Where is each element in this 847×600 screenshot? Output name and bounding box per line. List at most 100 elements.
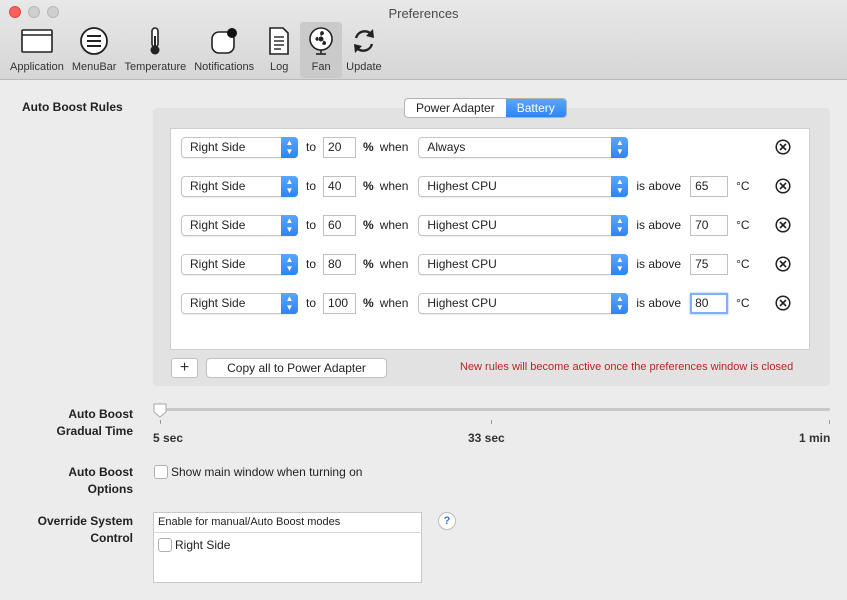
speed-field[interactable]: 40 [323,175,357,197]
toolbar-item-log[interactable]: Log [258,22,300,78]
gradual-time-label-line1: Auto Boost [68,407,133,421]
remove-rule-icon[interactable] [775,256,791,272]
condition-select-value: Highest CPU [427,295,497,310]
toolbar-item-menubar[interactable]: MenuBar [68,22,121,78]
window-title: Preferences [388,6,459,21]
rule-row: Right Side ▲ ▼ to 40 % when Highest CPU ▲… [181,174,750,198]
remove-rule-icon[interactable] [775,217,791,233]
fan-select[interactable]: Right Side ▲ ▼ [181,136,298,158]
rules-notice: New rules will become active once the pr… [460,361,794,373]
copy-to-power-adapter-button[interactable]: Copy all to Power Adapter [206,358,387,378]
speed-field[interactable]: 60 [323,214,357,236]
toolbar-label: MenuBar [71,61,117,73]
tab-battery[interactable]: Battery [505,99,566,117]
preferences-toolbar: Application MenuBar Temperature Notifica… [6,22,386,78]
threshold-field[interactable]: 65 [690,175,729,197]
fan-select-value: Right Side [190,256,246,271]
power-source-segmented-control: Power Adapter Battery [404,98,567,118]
override-label: Override System Control [20,513,133,547]
to-label: to [306,140,317,154]
percent-label: % [363,257,374,271]
toolbar-label: Update [346,61,382,73]
notifications-icon [207,26,241,56]
slider-min-label: 5 sec [153,431,184,445]
toolbar-item-fan[interactable]: Fan [300,22,343,78]
is-above-label: is above [636,179,682,193]
fan-icon [304,26,338,56]
gradual-time-slider-track[interactable] [160,408,830,411]
percent-label: % [363,179,374,193]
log-icon [262,26,296,56]
speed-field[interactable]: 100 [323,292,357,314]
is-above-label: is above [636,257,682,271]
options-label-line2: Options [87,482,133,496]
override-right-side-checkbox[interactable] [158,538,172,552]
toolbar-label: Log [269,61,289,73]
toolbar-item-notifications[interactable]: Notifications [190,22,258,78]
condition-select[interactable]: Highest CPU ▲ ▼ [418,214,629,236]
percent-label: % [363,218,374,232]
when-label: when [379,218,409,232]
gradual-time-slider-thumb[interactable] [153,403,167,418]
rule-row: Right Side ▲ ▼ to 100 % when Highest CPU … [181,291,750,315]
threshold-field[interactable]: 75 [690,253,729,275]
override-right-side-label: Right Side [175,538,231,552]
toolbar-item-update[interactable]: Update [342,22,385,78]
condition-select[interactable]: Always ▲ ▼ [418,136,629,158]
condition-select[interactable]: Highest CPU ▲ ▼ [418,175,629,197]
to-label: to [306,257,317,271]
override-label-line1: Override System [37,514,133,528]
condition-select[interactable]: Highest CPU ▲ ▼ [418,292,629,314]
fan-select[interactable]: Right Side ▲ ▼ [181,253,298,275]
fan-select[interactable]: Right Side ▲ ▼ [181,292,298,314]
slider-max-label: 1 min [799,431,831,445]
celsius-label: °C [736,218,750,232]
when-label: when [379,257,409,271]
rule-row: Right Side ▲ ▼ to 60 % when Highest CPU ▲… [181,213,750,237]
remove-rule-icon[interactable] [775,178,791,194]
update-icon [347,26,381,56]
remove-rule-icon[interactable] [775,295,791,311]
condition-select[interactable]: Highest CPU ▲ ▼ [418,253,629,275]
show-main-window-checkbox[interactable] [154,465,168,479]
window-toolbar: Preferences Application MenuBar Temperat… [0,0,847,80]
add-rule-button[interactable]: + [171,358,198,378]
to-label: to [306,296,317,310]
is-above-label: is above [636,296,682,310]
threshold-field[interactable]: 70 [690,214,729,236]
help-button[interactable]: ? [438,512,456,530]
rule-row: Right Side ▲ ▼ to 20 % when Always ▲ ▼ [181,135,629,159]
select-arrows-icon: ▲ ▼ [611,292,629,314]
celsius-label: °C [736,179,750,193]
threshold-field[interactable]: 80 [690,292,729,314]
toolbar-item-temperature[interactable]: Temperature [120,22,190,78]
rules-list: Right Side ▲ ▼ to 20 % when Always ▲ ▼ Rig… [170,128,810,350]
speed-field[interactable]: 20 [323,136,357,158]
select-arrows-icon: ▲ ▼ [281,136,298,158]
to-label: to [306,218,317,232]
toolbar-item-application[interactable]: Application [6,22,68,78]
show-main-window-label: Show main window when turning on [171,465,363,479]
condition-select-value: Always [427,139,466,154]
slider-tick [829,420,830,424]
fan-select-value: Right Side [190,139,246,154]
fan-select[interactable]: Right Side ▲ ▼ [181,175,298,197]
select-arrows-icon: ▲ ▼ [611,214,629,236]
toolbar-label: Application [10,61,64,73]
slider-tick [160,420,161,424]
condition-select-value: Highest CPU [427,217,497,232]
speed-field[interactable]: 80 [323,253,357,275]
toolbar-label: Fan [311,61,331,73]
percent-label: % [363,296,374,310]
select-arrows-icon: ▲ ▼ [611,253,629,275]
fan-select-value: Right Side [190,217,246,232]
fan-select[interactable]: Right Side ▲ ▼ [181,214,298,236]
remove-rule-icon[interactable] [775,139,791,155]
when-label: when [379,296,409,310]
select-arrows-icon: ▲ ▼ [281,175,298,197]
tab-power-adapter[interactable]: Power Adapter [405,99,506,117]
when-label: when [379,140,409,154]
to-label: to [306,179,317,193]
select-arrows-icon: ▲ ▼ [281,292,298,314]
toolbar-label: Temperature [124,61,187,73]
